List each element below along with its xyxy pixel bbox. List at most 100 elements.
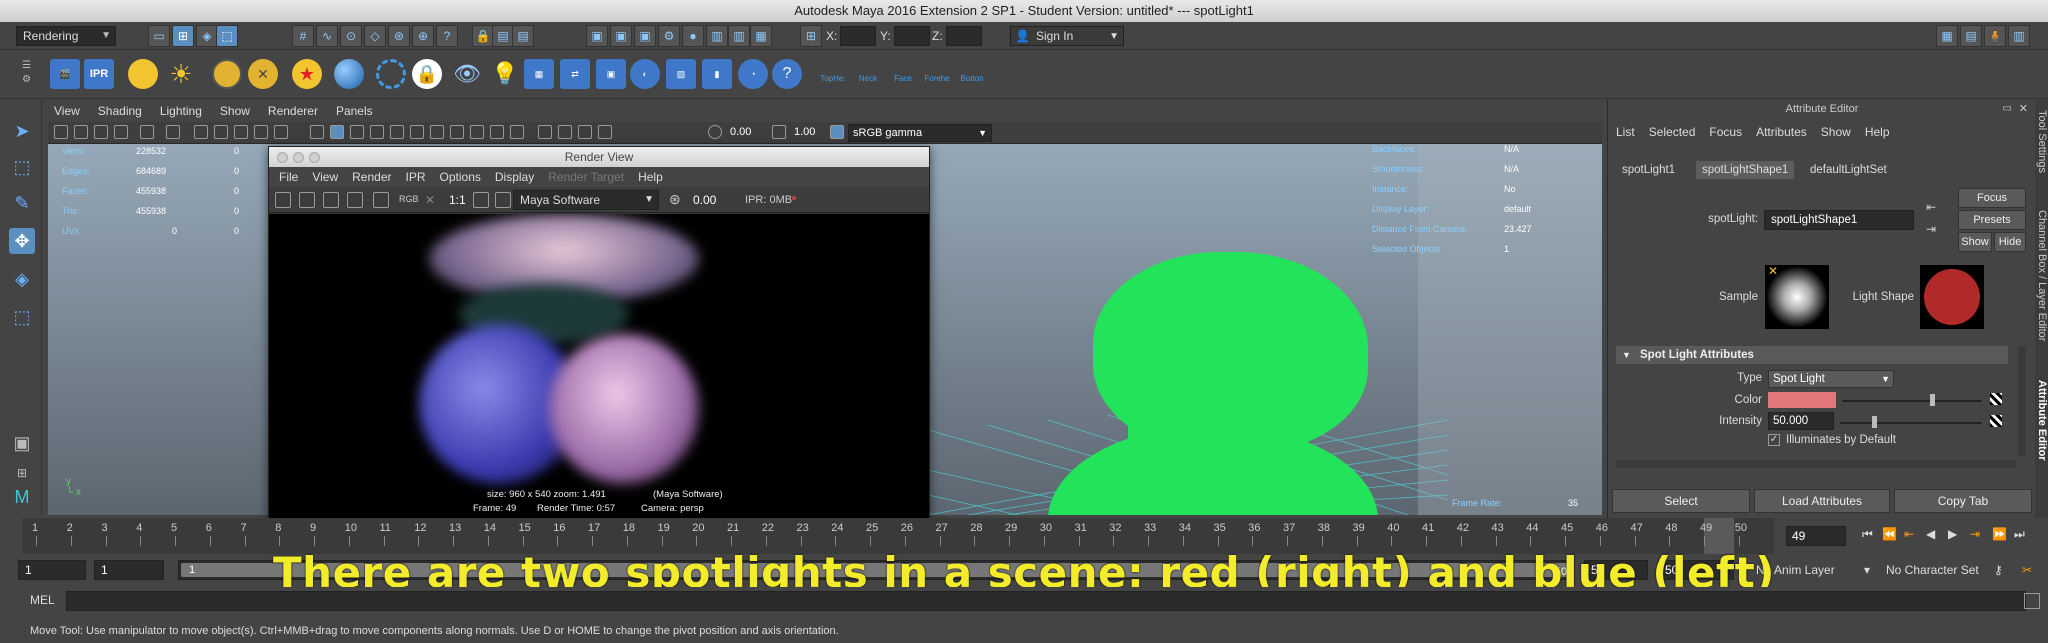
shelf-rig-tophead[interactable]: TopHe: [818, 59, 848, 89]
transform-mode-icon[interactable]: ⊞ [800, 25, 822, 47]
shelf-rig-neck[interactable]: Neck [853, 59, 883, 89]
render-frame-icon[interactable]: ▣ [586, 25, 608, 47]
render-view-title-bar[interactable]: Render View [269, 147, 929, 167]
green-object-top[interactable] [1093, 252, 1368, 452]
go-to-end-icon[interactable]: ⏭ [2014, 527, 2025, 542]
camera-attr-icon[interactable] [74, 125, 88, 139]
sign-in-dropdown[interactable]: 👤 Sign In ▼ [1010, 26, 1124, 46]
snap-point-icon[interactable]: ⊙ [340, 25, 362, 47]
viewport-menu-show[interactable]: Show [220, 104, 250, 118]
close-icon[interactable]: ✕ [2019, 100, 2028, 118]
grease-pencil-icon[interactable] [166, 125, 180, 139]
spot-light-attributes-header[interactable]: ▼ Spot Light Attributes [1616, 346, 2008, 364]
snap-curve-icon[interactable]: ∿ [316, 25, 338, 47]
wireframe-icon[interactable] [310, 125, 324, 139]
intensity-slider[interactable] [1840, 422, 1982, 424]
area-light-icon[interactable]: ✕ [248, 59, 278, 89]
character-controls-icon[interactable]: 🧍 [1984, 25, 2006, 47]
point-light-icon[interactable] [212, 59, 242, 89]
color-management-icon[interactable] [830, 125, 844, 139]
rv-menu-display[interactable]: Display [495, 170, 534, 184]
shelf-rig-forehead[interactable]: Forehe [922, 59, 952, 89]
float-icon[interactable]: ▭ [2003, 100, 2012, 118]
menuset-dropdown[interactable]: Rendering ▼ [16, 26, 116, 46]
ae-menu-help[interactable]: Help [1865, 125, 1890, 139]
illuminates-by-default[interactable]: ✓ Illuminates by Default [1768, 434, 1896, 446]
y-field[interactable] [894, 26, 930, 46]
play-backwards-icon[interactable]: ◀ [1926, 527, 1935, 541]
chevron-down-icon[interactable]: ▾ [1740, 560, 1746, 580]
2d-pan-icon[interactable] [140, 125, 154, 139]
play-forwards-icon[interactable]: ▶ [1948, 527, 1957, 541]
default-material-icon[interactable] [350, 125, 364, 139]
collapse-arrow-icon[interactable]: ▼ [1622, 346, 1631, 364]
resolution-gate-icon[interactable] [234, 125, 248, 139]
alpha-icon[interactable]: ✕ [425, 193, 435, 207]
minimize-icon[interactable] [293, 152, 304, 163]
snapshot-icon[interactable] [323, 192, 339, 208]
refresh-ipr-icon[interactable] [373, 192, 389, 208]
tab-spotlight1[interactable]: spotLight1 [1616, 161, 1681, 179]
command-input[interactable] [66, 591, 2026, 611]
bookmark-icon[interactable] [94, 125, 108, 139]
rv-menu-options[interactable]: Options [440, 170, 481, 184]
history-icon[interactable]: ? [436, 25, 458, 47]
render-settings-icon[interactable]: ⚙ [658, 25, 680, 47]
light-color-swatch[interactable] [1768, 392, 1836, 408]
range-handle[interactable]: 1 50 [181, 563, 1571, 578]
move-tool-icon[interactable]: ✥ [9, 228, 35, 254]
ae-menu-attributes[interactable]: Attributes [1756, 125, 1807, 139]
intensity-map-button[interactable] [1990, 415, 2002, 427]
ae-menu-focus[interactable]: Focus [1709, 125, 1742, 139]
isolate-select-icon[interactable] [538, 125, 552, 139]
anim-start-field[interactable]: 1 [18, 560, 86, 580]
speedometer-icon[interactable]: ◔ [738, 59, 768, 89]
eye-icon[interactable]: 👁 [452, 59, 482, 89]
tab-channel-box[interactable]: Channel Box / Layer Editor [2035, 210, 2048, 341]
intensity-field[interactable]: 50.000 [1768, 412, 1834, 430]
ae-menu-show[interactable]: Show [1821, 125, 1851, 139]
range-bar[interactable]: 1 50 [178, 560, 1574, 580]
viewport-menu-panels[interactable]: Panels [336, 104, 373, 118]
keep-image-icon[interactable] [473, 192, 489, 208]
step-forward-key-icon[interactable]: ⇥ [1970, 527, 1980, 541]
scale-tool-icon[interactable]: ⬚ [9, 304, 35, 330]
directional-light-icon[interactable]: ☀ [166, 59, 196, 89]
focus-button[interactable]: Focus [1958, 188, 2026, 208]
rv-menu-file[interactable]: File [279, 170, 298, 184]
select-object-icon[interactable]: ◈ [196, 25, 218, 47]
stop-render-icon[interactable]: ● [791, 193, 797, 204]
copy-tab-button[interactable]: Copy Tab [1894, 489, 2032, 513]
maximize-icon[interactable] [309, 152, 320, 163]
rv-menu-help[interactable]: Help [638, 170, 663, 184]
gamma-icon[interactable] [772, 125, 786, 139]
ambient-light-icon[interactable] [128, 59, 158, 89]
ae-menu-selected[interactable]: Selected [1649, 125, 1696, 139]
step-back-key-icon[interactable]: ⇤ [1904, 527, 1914, 541]
anim-layer-dropdown[interactable]: No Anim Layer [1756, 560, 1868, 580]
channel-box-icon[interactable]: ▥ [728, 25, 750, 47]
ipr-redo-icon[interactable] [347, 192, 363, 208]
snap-grid-icon[interactable]: # [292, 25, 314, 47]
rv-menu-render[interactable]: Render [352, 170, 391, 184]
rv-menu-render-target[interactable]: Render Target [548, 170, 624, 184]
bar-graph-icon[interactable]: ▮ [702, 59, 732, 89]
pin-icon[interactable]: ✕ [1768, 264, 1778, 278]
spot-light-icon[interactable]: ★ [292, 59, 322, 89]
step-forward-icon[interactable]: ⏩ [1992, 527, 2007, 541]
moon-icon[interactable]: ◐ [630, 59, 660, 89]
new-scene-icon[interactable]: ▭ [148, 25, 170, 47]
preferences-icon[interactable]: ✂ [2022, 560, 2032, 580]
hypershade-icon[interactable]: ● [682, 25, 704, 47]
motion-blur-icon[interactable] [470, 125, 484, 139]
color-slider-handle[interactable] [1930, 394, 1935, 406]
ratio-label[interactable]: 1:1 [449, 193, 466, 207]
exposure-icon[interactable]: ⊛ [669, 191, 681, 208]
camera-icon[interactable] [54, 125, 68, 139]
go-to-output-icon[interactable]: ⇥ [1926, 222, 1936, 236]
select-component-icon[interactable]: ⬚ [216, 25, 238, 47]
tab-spotlightshape1[interactable]: spotLightShape1 [1696, 161, 1795, 179]
tab-tool-settings[interactable]: Tool Settings [2035, 110, 2048, 173]
image-icon[interactable]: ▨ [666, 59, 696, 89]
shadows-icon[interactable] [430, 125, 444, 139]
